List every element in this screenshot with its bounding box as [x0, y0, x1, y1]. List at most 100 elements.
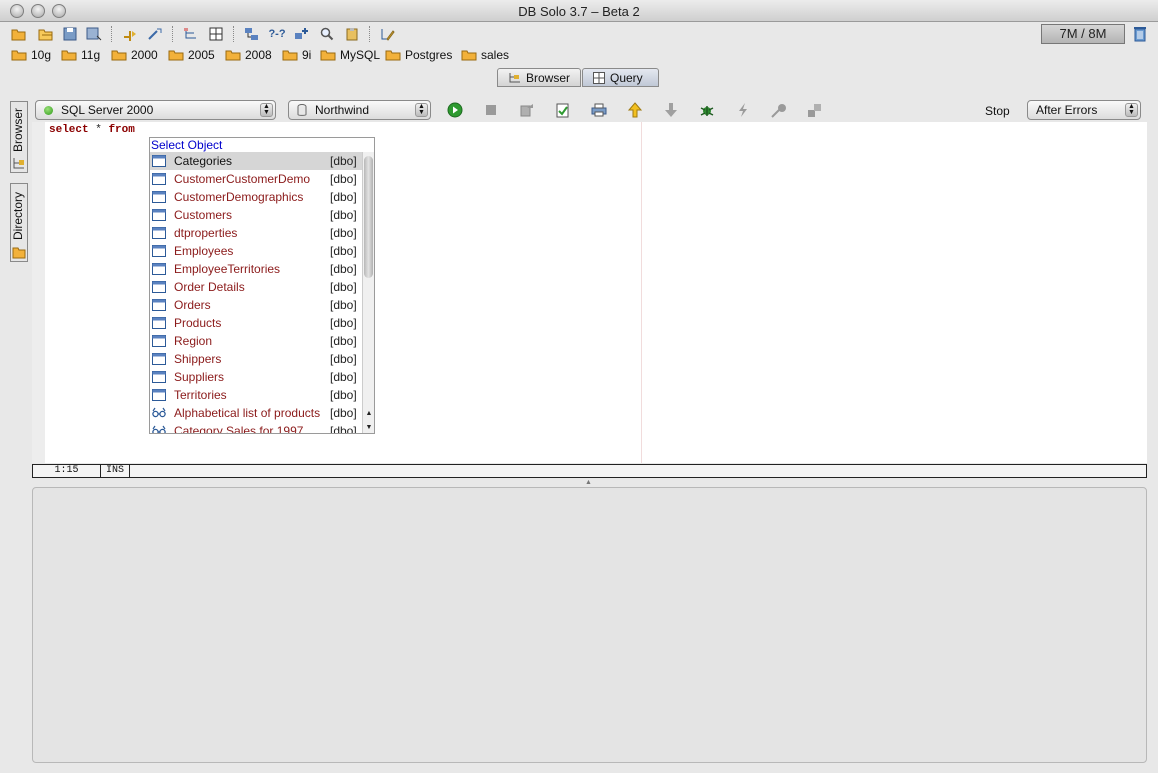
favorite-2008[interactable]: 2008 — [225, 48, 272, 62]
view-icon — [152, 425, 166, 433]
disconnect-icon[interactable] — [146, 25, 164, 43]
favorite-mysql[interactable]: MySQL — [320, 48, 380, 62]
stop-icon[interactable] — [482, 101, 500, 119]
debug-icon[interactable] — [698, 101, 716, 119]
favorite-postgres[interactable]: Postgres — [385, 48, 452, 62]
popup-item-schema: [dbo] — [330, 316, 357, 330]
database-select-arrows-icon: ▲ ▼ — [415, 103, 428, 117]
popup-item[interactable]: Alphabetical list of products [dbo] — [150, 404, 374, 422]
popup-item-schema: [dbo] — [330, 262, 357, 276]
popup-item-schema: [dbo] — [330, 226, 357, 240]
favorite-2000[interactable]: 2000 — [111, 48, 158, 62]
popup-item[interactable]: Orders [dbo] — [150, 296, 374, 314]
database-icon — [297, 103, 307, 116]
popup-item[interactable]: Employees [dbo] — [150, 242, 374, 260]
explain-plan-icon[interactable] — [734, 101, 752, 119]
server-select-arrows-icon: ▲ ▼ — [260, 103, 273, 117]
main-toolbar: ?-? — [0, 22, 1158, 46]
browser-tab-icon — [509, 72, 520, 82]
grid-icon[interactable] — [207, 25, 225, 43]
execute-script-icon[interactable] — [518, 101, 536, 119]
new-session-icon[interactable] — [806, 101, 824, 119]
print-icon[interactable] — [590, 101, 608, 119]
popup-item[interactable]: Suppliers [dbo] — [150, 368, 374, 386]
commit-icon[interactable] — [554, 101, 572, 119]
tab-browser[interactable]: Browser — [497, 68, 581, 87]
sidebar-tab-browser[interactable]: Browser — [10, 101, 28, 173]
popup-item[interactable]: Categories [dbo] — [150, 152, 374, 170]
popup-item-schema: [dbo] — [330, 424, 357, 434]
trash-icon[interactable] — [1133, 26, 1147, 45]
tab-query[interactable]: Query — [582, 68, 659, 87]
popup-item[interactable]: Products [dbo] — [150, 314, 374, 332]
title-bar: DB Solo 3.7 – Beta 2 — [0, 0, 1158, 22]
popup-item[interactable]: Region [dbo] — [150, 332, 374, 350]
compare-icon[interactable] — [243, 25, 261, 43]
database-select[interactable]: Northwind ▲ ▼ — [288, 100, 431, 120]
popup-title: Select Object — [151, 138, 223, 152]
insert-mode: INS — [101, 465, 130, 477]
table-icon — [152, 371, 166, 383]
save-icon[interactable] — [61, 25, 79, 43]
keyword-from: from — [108, 124, 135, 136]
sidebar-tab-directory[interactable]: Directory — [10, 183, 28, 262]
popup-item-schema: [dbo] — [330, 190, 357, 204]
sql-star: * — [95, 124, 102, 136]
favorite-10g[interactable]: 10g — [11, 48, 51, 62]
select-object-popup[interactable]: Select Object Categories [dbo] CustomerCus… — [149, 137, 375, 434]
popup-item-name: Category Sales for 1997 — [174, 424, 304, 434]
view-icon — [152, 407, 166, 418]
popup-item-name: dtproperties — [174, 226, 238, 240]
table-icon — [152, 173, 166, 185]
popup-item-name: Employees — [174, 244, 234, 258]
scroll-up-icon[interactable]: ▲ — [364, 408, 374, 419]
query-help-icon[interactable]: ?-? — [268, 25, 286, 43]
popup-item[interactable]: Territories [dbo] — [150, 386, 374, 404]
favorite-sales[interactable]: sales — [461, 48, 509, 62]
popup-item[interactable]: Customers [dbo] — [150, 206, 374, 224]
popup-item-schema: [dbo] — [330, 370, 357, 384]
error-mode-arrows-icon: ▲ ▼ — [1125, 103, 1138, 117]
favorite-11g[interactable]: 11g — [61, 48, 100, 62]
popup-item-name: Region — [174, 334, 213, 348]
scroll-down-icon[interactable]: ▼ — [364, 422, 374, 433]
pane-splitter[interactable]: ▲ — [32, 479, 1147, 487]
table-icon — [152, 245, 166, 257]
popup-item[interactable]: Category Sales for 1997 [dbo] — [150, 422, 374, 434]
table-icon — [152, 155, 166, 167]
clipboard-icon[interactable] — [343, 25, 361, 43]
popup-scrollbar[interactable]: ▲ ▼ — [362, 152, 374, 433]
tree-icon[interactable] — [182, 25, 200, 43]
popup-item[interactable]: dtproperties [dbo] — [150, 224, 374, 242]
open-folder-icon[interactable] — [37, 25, 55, 43]
open-icon[interactable] — [10, 25, 28, 43]
popup-item-name: Products — [174, 316, 222, 330]
server-select[interactable]: SQL Server 2000 ▲ ▼ — [35, 100, 276, 120]
connected-status-icon — [44, 105, 53, 115]
popup-item-name: Customers — [174, 208, 233, 222]
directory-sidebar-icon — [12, 247, 26, 259]
save-as-icon[interactable] — [85, 25, 103, 43]
popup-item[interactable]: Shippers [dbo] — [150, 350, 374, 368]
popup-item[interactable]: Order Details [dbo] — [150, 278, 374, 296]
popup-item-name: Orders — [174, 298, 211, 312]
edit-icon[interactable] — [379, 25, 397, 43]
query-tab-icon — [593, 71, 605, 84]
connect-icon[interactable] — [121, 25, 139, 43]
favorite-9i[interactable]: 9i — [282, 48, 311, 62]
favorites-bar: 10g 11g 2000 2005 2008 9i MySQL Postgres… — [0, 46, 1158, 66]
table-icon — [152, 191, 166, 203]
disconnect-session-icon[interactable] — [770, 101, 788, 119]
next-statement-icon[interactable] — [662, 101, 680, 119]
table-icon — [152, 317, 166, 329]
error-mode-select[interactable]: After Errors ▲ ▼ — [1027, 100, 1141, 120]
popup-item[interactable]: CustomerCustomerDemo [dbo] — [150, 170, 374, 188]
popup-scrollbar-thumb[interactable] — [364, 156, 373, 278]
favorite-2005[interactable]: 2005 — [168, 48, 215, 62]
execute-icon[interactable] — [446, 101, 464, 119]
previous-statement-icon[interactable] — [626, 101, 644, 119]
search-icon[interactable] — [318, 25, 336, 43]
popup-item[interactable]: CustomerDemographics [dbo] — [150, 188, 374, 206]
schema-icon[interactable] — [293, 25, 311, 43]
popup-item[interactable]: EmployeeTerritories [dbo] — [150, 260, 374, 278]
